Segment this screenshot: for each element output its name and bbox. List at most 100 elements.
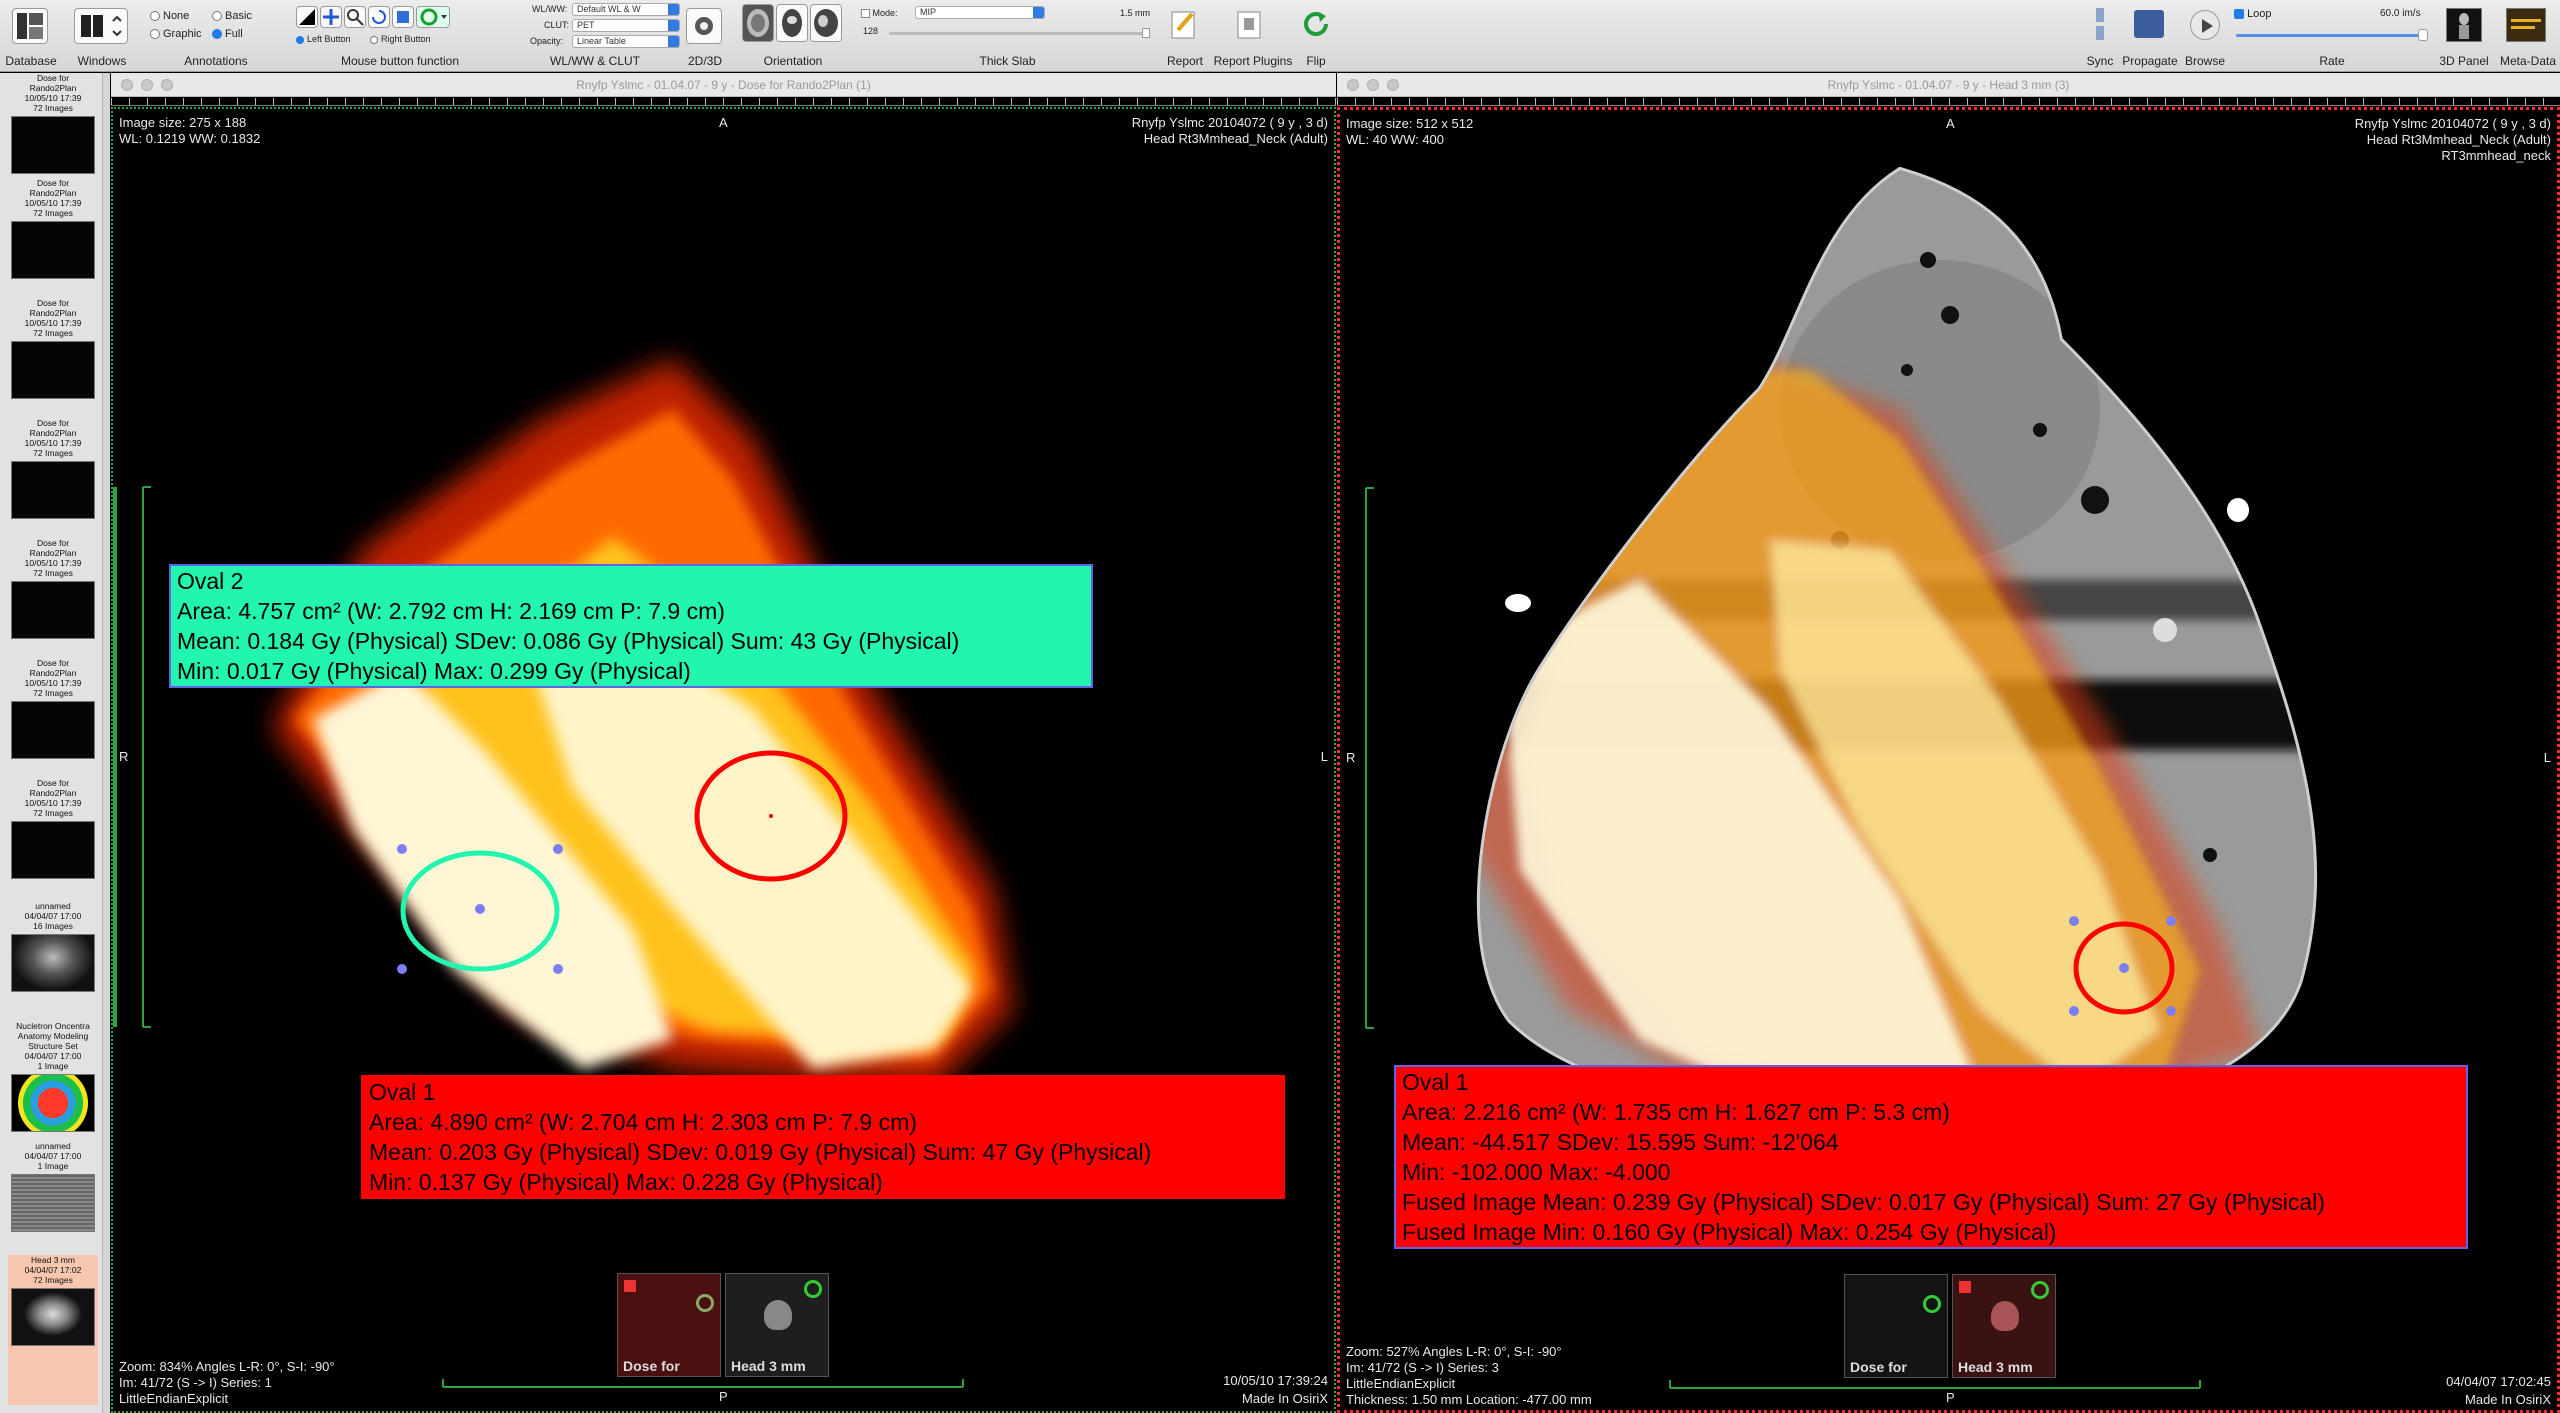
close-icon[interactable] <box>121 79 133 91</box>
roi-handle[interactable] <box>2069 916 2079 926</box>
roi-handle[interactable] <box>2166 916 2176 926</box>
roi-handle[interactable] <box>2119 963 2129 973</box>
3d-panel-button[interactable]: 3D Panel <box>2432 0 2496 72</box>
sagittal-orientation-icon[interactable] <box>810 4 842 42</box>
thumbnail-text: 72 Images <box>33 808 73 818</box>
mini-thumb-head[interactable]: Head 3 mm <box>1952 1274 2056 1378</box>
roi-oval1-stats[interactable]: Oval 1 Area: 2.216 cm² (W: 1.735 cm H: 1… <box>1394 1065 2468 1249</box>
coronal-orientation-icon[interactable] <box>776 4 808 42</box>
roi-handle[interactable] <box>553 844 563 854</box>
roi-oval1-stats[interactable]: Oval 1 Area: 4.890 cm² (W: 2.704 cm H: 2… <box>361 1075 1285 1199</box>
propagate-button[interactable]: Propagate <box>2120 0 2180 72</box>
series-thumbnail[interactable]: Dose for Rando2Plan 10/05/10 17:39 72 Image… <box>8 178 98 296</box>
rate-slider-thumb[interactable] <box>2418 29 2428 41</box>
2d3d-button[interactable]: 2D/3D <box>680 0 730 72</box>
thumbnail-text: 72 Images <box>33 208 73 218</box>
series-thumbnail[interactable]: Head 3 mm 04/04/07 17:02 72 Images <box>8 1255 98 1405</box>
roi-handle[interactable] <box>553 964 563 974</box>
database-icon <box>12 8 48 44</box>
wlww-select[interactable]: Default WL & W <box>572 3 680 16</box>
flip-button[interactable]: Flip <box>1296 0 1336 72</box>
annotations-graphic-radio[interactable] <box>150 29 160 40</box>
rotate-tool-icon[interactable] <box>368 6 390 28</box>
clut-select[interactable]: PET <box>572 19 680 32</box>
thick-slab-checkbox[interactable] <box>861 9 870 19</box>
windows-button[interactable]: Windows <box>62 0 142 72</box>
active-indicator <box>1959 1281 1971 1293</box>
mini-thumb-head[interactable]: Head 3 mm <box>725 1273 829 1377</box>
roi-handle[interactable] <box>397 844 407 854</box>
left-button-radio[interactable] <box>296 35 304 44</box>
mini-thumb-dose[interactable]: Dose for <box>1844 1274 1948 1378</box>
thumbnail-text: Anatomy Modeling <box>17 1031 89 1041</box>
wlww-tool-icon[interactable] <box>296 6 318 28</box>
thumbnail-preview <box>11 461 95 519</box>
close-icon[interactable] <box>1347 79 1359 91</box>
series-thumbnail[interactable]: unnamed 04/04/07 17:00 16 Images <box>8 901 98 1019</box>
thumbnail-text: 72 Images <box>33 103 73 113</box>
minimize-icon[interactable] <box>1367 79 1379 91</box>
annotations-full-radio[interactable] <box>212 29 222 40</box>
series-thumbnail[interactable]: Dose for Rando2Plan 10/05/10 17:39 72 Image… <box>8 538 98 656</box>
opacity-select[interactable]: Linear Table <box>572 35 680 48</box>
roi-oval2-stats[interactable]: Oval 2 Area: 4.757 cm² (W: 2.792 cm H: 2… <box>169 564 1093 688</box>
browse-button[interactable]: Browse <box>2180 0 2230 72</box>
move-tool-icon[interactable] <box>320 6 342 28</box>
series-thumbnail[interactable]: Dose for Rando2Plan 10/05/10 17:39 72 Image… <box>8 778 98 896</box>
right-image-viewer[interactable]: Image size: 512 x 512 WL: 40 WW: 400 Rny… <box>1337 107 2560 1413</box>
encoding-label: LittleEndianExplicit <box>1346 1376 1456 1391</box>
thumbnail-text: 72 Images <box>33 1275 73 1285</box>
zoom-tool-icon[interactable] <box>344 6 366 28</box>
zoom-window-icon[interactable] <box>1387 79 1399 91</box>
orientation-right: L <box>2543 750 2551 765</box>
right-button-radio[interactable] <box>370 35 378 44</box>
rate-slider[interactable] <box>2236 34 2424 37</box>
minimize-icon[interactable] <box>141 79 153 91</box>
database-button[interactable]: Database <box>0 0 62 72</box>
thumbnail-text: Nucletron Oncentra <box>16 1021 90 1031</box>
roi-handle[interactable] <box>475 904 485 914</box>
series-thumbnail[interactable]: unnamed 04/04/07 17:00 1 Image <box>8 1141 98 1253</box>
thumbnail-text: unnamed <box>35 1141 71 1151</box>
left-window-titlebar[interactable]: Rnyfp Yslmc - 01.04.07 - 9 y - Dose for … <box>111 73 1336 97</box>
loop-checkbox[interactable] <box>2234 9 2244 20</box>
metadata-button[interactable]: Meta-Data <box>2496 0 2560 72</box>
thumbnail-preview <box>11 1288 95 1346</box>
image-size-label: Image size: 275 x 188 <box>119 115 247 130</box>
zoom-window-icon[interactable] <box>161 79 173 91</box>
thumbnail-text: 10/05/10 17:39 <box>24 318 82 328</box>
axial-orientation-icon[interactable] <box>742 4 774 42</box>
roi-oval-tool-icon[interactable] <box>416 6 450 28</box>
left-ruler <box>111 98 1336 106</box>
thumbnail-preview <box>11 701 95 759</box>
scroll-tool-icon[interactable] <box>392 6 414 28</box>
series-thumbnail[interactable]: Dose for Rando2Plan 10/05/10 17:39 72 Image… <box>8 73 98 178</box>
roi-handle[interactable] <box>2166 1006 2176 1016</box>
thick-slab-slider[interactable] <box>889 32 1149 35</box>
series-thumbnail[interactable]: Dose for Rando2Plan 10/05/10 17:39 72 Image… <box>8 418 98 536</box>
report-button[interactable]: Report <box>1160 0 1210 72</box>
annotations-basic-radio[interactable] <box>212 11 222 22</box>
thumbnail-text: 72 Images <box>33 328 73 338</box>
propagate-icon <box>2134 10 2164 38</box>
thick-slab-slider-thumb[interactable] <box>1142 28 1150 38</box>
thick-slab-mode-select[interactable]: MIP <box>915 6 1045 19</box>
roi-handle[interactable] <box>2069 1006 2079 1016</box>
flip-icon <box>1298 6 1334 42</box>
sync-button[interactable]: Sync <box>2080 0 2120 72</box>
roi-handle[interactable] <box>397 964 407 974</box>
annotations-none-radio[interactable] <box>150 11 160 22</box>
left-image-viewer[interactable]: Image size: 275 x 188 WL: 0.1219 WW: 0.1… <box>111 107 1336 1413</box>
dose-image <box>113 359 1013 1388</box>
sidebar-scrollbar[interactable] <box>102 73 110 1413</box>
series-thumbnail[interactable]: Dose for Rando2Plan 10/05/10 17:39 72 Image… <box>8 658 98 776</box>
rate-group: Loop 60.0 im/s Rate <box>2232 0 2432 72</box>
orientation-top: A <box>1946 116 1955 131</box>
right-ruler <box>1337 98 2560 106</box>
wlww-readout: WL: 40 WW: 400 <box>1346 132 1445 147</box>
mini-thumb-dose[interactable]: Dose for <box>617 1273 721 1377</box>
right-window-titlebar[interactable]: Rnyfp Yslmc - 01.04.07 - 9 y - Head 3 mm… <box>1337 73 2560 97</box>
report-plugins-button[interactable]: Report Plugins <box>1210 0 1296 72</box>
series-thumbnail[interactable]: Nucletron Oncentra Anatomy Modeling Struct… <box>8 1021 98 1139</box>
series-thumbnail[interactable]: Dose for Rando2Plan 10/05/10 17:39 72 Image… <box>8 298 98 416</box>
